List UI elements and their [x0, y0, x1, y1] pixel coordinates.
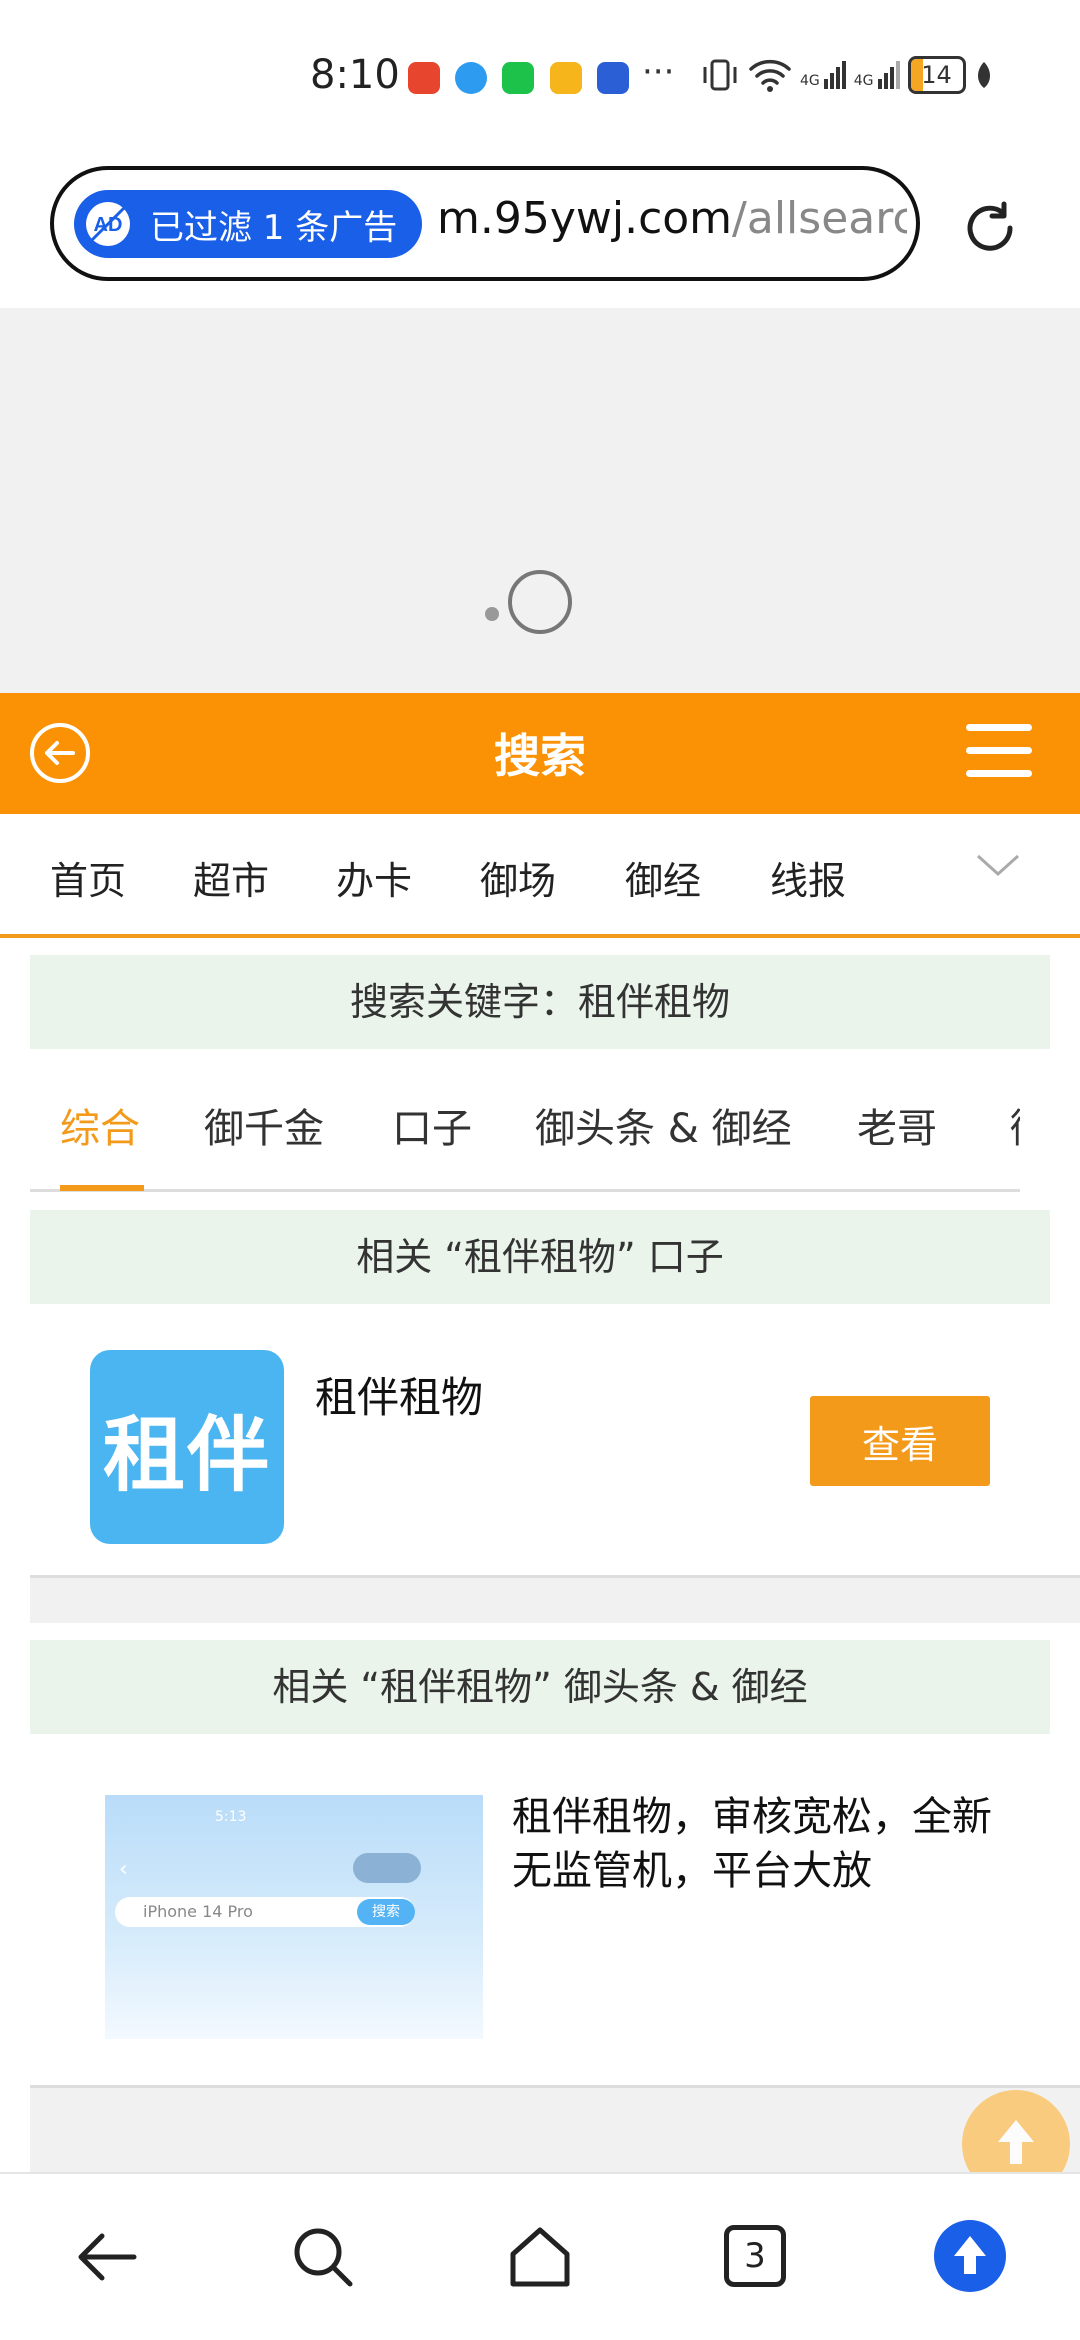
app-logo[interactable]: 租伴 — [90, 1350, 284, 1544]
tab-kouzi[interactable]: 口子 — [392, 1096, 472, 1154]
thumb-back-icon: ‹ — [119, 1857, 128, 1882]
news-section-title: 相关 “租伴租物” 御头条 & 御经 — [30, 1640, 1050, 1734]
article-title[interactable]: 租伴租物，审核宽松，全新无监管机，平台大放 — [512, 1790, 992, 1898]
active-tab-indicator — [60, 1185, 144, 1191]
signal-1-icon: 4G — [800, 61, 846, 89]
tab-all[interactable]: 综合 — [60, 1096, 140, 1154]
loading-spinner-icon — [485, 570, 572, 634]
more-notifications: ··· — [642, 52, 675, 92]
thumb-capsule — [353, 1853, 421, 1883]
tab-more[interactable]: 御 — [1010, 1096, 1020, 1154]
nav-item-tips[interactable]: 线报 — [770, 850, 846, 905]
section-divider — [30, 1575, 1080, 1623]
view-button[interactable]: 查看 — [810, 1396, 990, 1486]
mail-icon — [550, 62, 582, 94]
kouzi-section-title: 相关 “租伴租物” 口子 — [30, 1210, 1050, 1304]
refresh-icon[interactable] — [958, 196, 1022, 260]
home-icon[interactable] — [505, 2222, 575, 2292]
ad-filter-pill[interactable]: AD 已过滤 1 条广告 — [74, 190, 422, 258]
nav-item-guide[interactable]: 御经 — [625, 850, 701, 905]
status-time: 8:10 — [310, 52, 400, 98]
leaf-icon — [977, 62, 990, 88]
arrow-up-circle-icon — [954, 2236, 986, 2274]
ad-block-icon: AD — [86, 202, 130, 246]
wifi-icon — [749, 59, 791, 92]
tabs-count-button[interactable]: 3 — [724, 2225, 786, 2287]
tab-yuqianjin[interactable]: 御千金 — [204, 1096, 324, 1154]
signal-2-icon: 4G — [854, 61, 900, 89]
nav-item-supermarket[interactable]: 超市 — [193, 850, 269, 905]
vibrate-icon — [703, 59, 737, 91]
missed-call-icon — [408, 62, 440, 94]
tab-laoge[interactable]: 老哥 — [857, 1096, 937, 1154]
back-icon[interactable] — [72, 2222, 142, 2292]
tab-news-guide[interactable]: 御头条 & 御经 — [535, 1096, 792, 1154]
search-keyword-banner: 搜索关键字：租伴租物 — [30, 955, 1050, 1049]
menu-icon[interactable] — [966, 724, 1032, 780]
status-indicators: 4G 4G 14 — [700, 55, 994, 95]
wechat-icon — [502, 62, 534, 94]
upload-button[interactable] — [934, 2220, 1006, 2292]
url-bar[interactable]: AD 已过滤 1 条广告 m.95ywj.com/allsearcl — [50, 166, 920, 281]
battery-icon: 14 — [907, 56, 966, 94]
nav-item-card[interactable]: 办卡 — [336, 850, 412, 905]
article-thumbnail[interactable]: 5:13 ‹ iPhone 14 Pro 搜索 — [105, 1795, 483, 2039]
message-icon — [455, 62, 487, 94]
app-name[interactable]: 租伴租物 — [315, 1364, 483, 1425]
search-icon[interactable] — [288, 2222, 358, 2292]
nav-item-field[interactable]: 御场 — [480, 850, 556, 905]
shield-app-icon — [597, 62, 629, 94]
page-title: 搜索 — [494, 729, 586, 783]
result-tabs: 综合 御千金 口子 御头条 & 御经 老哥 御 — [30, 1048, 1020, 1192]
section-divider-2 — [30, 2085, 1080, 2175]
top-nav: 首页 超市 办卡 御场 御经 线报 — [0, 814, 1080, 938]
nav-item-home[interactable]: 首页 — [50, 850, 126, 905]
url-text[interactable]: m.95ywj.com/allsearcl — [437, 193, 907, 244]
chevron-down-icon[interactable] — [975, 850, 1021, 880]
ad-filter-label: 已过滤 1 条广告 — [150, 207, 398, 248]
thumb-search-button: 搜索 — [357, 1899, 415, 1925]
